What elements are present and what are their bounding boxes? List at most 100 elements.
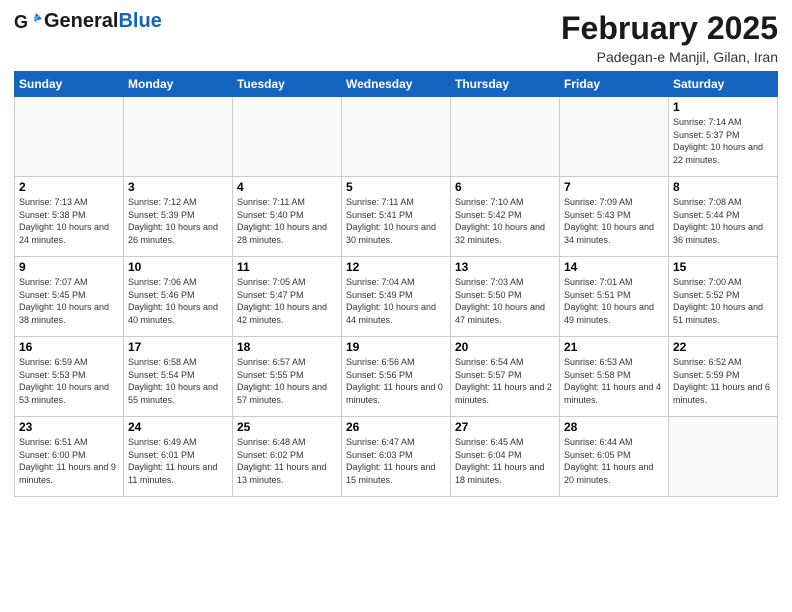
calendar-week-1: 1 Sunrise: 7:14 AM Sunset: 5:37 PM Daylig…: [15, 97, 778, 177]
calendar-cell: 22Sunrise: 6:52 AM Sunset: 5:59 PM Dayli…: [669, 337, 778, 417]
day-info: Sunrise: 6:44 AM Sunset: 6:05 PM Dayligh…: [564, 436, 664, 486]
calendar-header-row: Sunday Monday Tuesday Wednesday Thursday…: [15, 72, 778, 97]
title-area: February 2025 Padegan-e Manjil, Gilan, I…: [561, 10, 778, 65]
header-friday: Friday: [560, 72, 669, 97]
day-info: Sunrise: 7:14 AM Sunset: 5:37 PM Dayligh…: [673, 116, 773, 166]
calendar-week-4: 16 Sunrise: 6:59 AM Sunset: 5:53 PM Dayli…: [15, 337, 778, 417]
day-info: Sunrise: 7:07 AM Sunset: 5:45 PM Dayligh…: [19, 276, 119, 326]
day-info: Sunrise: 7:09 AM Sunset: 5:43 PM Dayligh…: [564, 196, 664, 246]
day-number: 23: [19, 420, 119, 434]
day-info: Sunrise: 6:51 AM Sunset: 6:00 PM Dayligh…: [19, 436, 119, 486]
calendar-cell: 26 Sunrise: 6:47 AM Sunset: 6:03 PM Dayli…: [342, 417, 451, 497]
header-thursday: Thursday: [451, 72, 560, 97]
calendar-cell: 23 Sunrise: 6:51 AM Sunset: 6:00 PM Dayli…: [15, 417, 124, 497]
day-info: Sunrise: 7:13 AM Sunset: 5:38 PM Dayligh…: [19, 196, 119, 246]
day-info: Sunrise: 7:12 AM Sunset: 5:39 PM Dayligh…: [128, 196, 228, 246]
day-number: 26: [346, 420, 446, 434]
calendar-cell: 5Sunrise: 7:11 AM Sunset: 5:41 PM Daylig…: [342, 177, 451, 257]
day-number: 22: [673, 340, 773, 354]
day-number: 11: [237, 260, 337, 274]
day-info: Sunrise: 6:59 AM Sunset: 5:53 PM Dayligh…: [19, 356, 119, 406]
day-info: Sunrise: 7:11 AM Sunset: 5:40 PM Dayligh…: [237, 196, 337, 246]
calendar-table: Sunday Monday Tuesday Wednesday Thursday…: [14, 71, 778, 497]
page-container: G GeneralBlue February 2025 Padegan-e Ma…: [0, 0, 792, 503]
calendar-cell: 1 Sunrise: 7:14 AM Sunset: 5:37 PM Daylig…: [669, 97, 778, 177]
calendar-cell: [233, 97, 342, 177]
day-number: 14: [564, 260, 664, 274]
day-info: Sunrise: 7:01 AM Sunset: 5:51 PM Dayligh…: [564, 276, 664, 326]
day-number: 28: [564, 420, 664, 434]
logo-general: General: [44, 10, 118, 32]
day-info: Sunrise: 6:58 AM Sunset: 5:54 PM Dayligh…: [128, 356, 228, 406]
logo-icon: G: [14, 11, 42, 33]
calendar-cell: 28 Sunrise: 6:44 AM Sunset: 6:05 PM Dayli…: [560, 417, 669, 497]
calendar-cell: 3 Sunrise: 7:12 AM Sunset: 5:39 PM Daylig…: [124, 177, 233, 257]
day-info: Sunrise: 6:53 AM Sunset: 5:58 PM Dayligh…: [564, 356, 664, 406]
calendar-week-3: 9 Sunrise: 7:07 AM Sunset: 5:45 PM Daylig…: [15, 257, 778, 337]
day-info: Sunrise: 6:49 AM Sunset: 6:01 PM Dayligh…: [128, 436, 228, 486]
calendar-cell: [342, 97, 451, 177]
day-number: 1: [673, 100, 773, 114]
calendar-cell: [451, 97, 560, 177]
day-info: Sunrise: 7:10 AM Sunset: 5:42 PM Dayligh…: [455, 196, 555, 246]
day-info: Sunrise: 6:47 AM Sunset: 6:03 PM Dayligh…: [346, 436, 446, 486]
header-wednesday: Wednesday: [342, 72, 451, 97]
day-number: 25: [237, 420, 337, 434]
day-number: 5: [346, 180, 446, 194]
day-number: 15: [673, 260, 773, 274]
calendar-title: February 2025: [561, 10, 778, 47]
day-number: 21: [564, 340, 664, 354]
calendar-cell: 18 Sunrise: 6:57 AM Sunset: 5:55 PM Dayli…: [233, 337, 342, 417]
day-number: 3: [128, 180, 228, 194]
day-number: 4: [237, 180, 337, 194]
calendar-cell: 17Sunrise: 6:58 AM Sunset: 5:54 PM Dayli…: [124, 337, 233, 417]
calendar-cell: [124, 97, 233, 177]
day-number: 19: [346, 340, 446, 354]
calendar-cell: 15 Sunrise: 7:00 AM Sunset: 5:52 PM Dayli…: [669, 257, 778, 337]
day-number: 8: [673, 180, 773, 194]
calendar-subtitle: Padegan-e Manjil, Gilan, Iran: [561, 49, 778, 65]
day-number: 27: [455, 420, 555, 434]
day-number: 16: [19, 340, 119, 354]
day-number: 9: [19, 260, 119, 274]
calendar-cell: 13Sunrise: 7:03 AM Sunset: 5:50 PM Dayli…: [451, 257, 560, 337]
day-number: 10: [128, 260, 228, 274]
calendar-cell: 11Sunrise: 7:05 AM Sunset: 5:47 PM Dayli…: [233, 257, 342, 337]
day-info: Sunrise: 6:56 AM Sunset: 5:56 PM Dayligh…: [346, 356, 446, 406]
day-info: Sunrise: 6:54 AM Sunset: 5:57 PM Dayligh…: [455, 356, 555, 406]
header-monday: Monday: [124, 72, 233, 97]
day-number: 18: [237, 340, 337, 354]
day-number: 12: [346, 260, 446, 274]
calendar-cell: 14 Sunrise: 7:01 AM Sunset: 5:51 PM Dayli…: [560, 257, 669, 337]
calendar-cell: 8 Sunrise: 7:08 AM Sunset: 5:44 PM Daylig…: [669, 177, 778, 257]
day-info: Sunrise: 7:08 AM Sunset: 5:44 PM Dayligh…: [673, 196, 773, 246]
day-info: Sunrise: 7:00 AM Sunset: 5:52 PM Dayligh…: [673, 276, 773, 326]
calendar-cell: 10 Sunrise: 7:06 AM Sunset: 5:46 PM Dayli…: [124, 257, 233, 337]
day-number: 20: [455, 340, 555, 354]
day-info: Sunrise: 7:06 AM Sunset: 5:46 PM Dayligh…: [128, 276, 228, 326]
header-saturday: Saturday: [669, 72, 778, 97]
calendar-cell: 21 Sunrise: 6:53 AM Sunset: 5:58 PM Dayli…: [560, 337, 669, 417]
header: G GeneralBlue February 2025 Padegan-e Ma…: [14, 10, 778, 65]
day-info: Sunrise: 6:48 AM Sunset: 6:02 PM Dayligh…: [237, 436, 337, 486]
day-info: Sunrise: 6:45 AM Sunset: 6:04 PM Dayligh…: [455, 436, 555, 486]
calendar-cell: 25 Sunrise: 6:48 AM Sunset: 6:02 PM Dayli…: [233, 417, 342, 497]
day-info: Sunrise: 7:04 AM Sunset: 5:49 PM Dayligh…: [346, 276, 446, 326]
day-number: 24: [128, 420, 228, 434]
header-sunday: Sunday: [15, 72, 124, 97]
day-number: 13: [455, 260, 555, 274]
calendar-cell: 16 Sunrise: 6:59 AM Sunset: 5:53 PM Dayli…: [15, 337, 124, 417]
svg-text:G: G: [14, 12, 28, 32]
calendar-cell: 20 Sunrise: 6:54 AM Sunset: 5:57 PM Dayli…: [451, 337, 560, 417]
logo-blue: Blue: [118, 10, 161, 32]
calendar-week-5: 23 Sunrise: 6:51 AM Sunset: 6:00 PM Dayli…: [15, 417, 778, 497]
logo: G GeneralBlue: [14, 10, 162, 33]
calendar-cell: 19 Sunrise: 6:56 AM Sunset: 5:56 PM Dayli…: [342, 337, 451, 417]
calendar-cell: [560, 97, 669, 177]
calendar-cell: [15, 97, 124, 177]
calendar-cell: 12 Sunrise: 7:04 AM Sunset: 5:49 PM Dayli…: [342, 257, 451, 337]
day-number: 2: [19, 180, 119, 194]
header-tuesday: Tuesday: [233, 72, 342, 97]
day-info: Sunrise: 6:57 AM Sunset: 5:55 PM Dayligh…: [237, 356, 337, 406]
calendar-cell: 4 Sunrise: 7:11 AM Sunset: 5:40 PM Daylig…: [233, 177, 342, 257]
